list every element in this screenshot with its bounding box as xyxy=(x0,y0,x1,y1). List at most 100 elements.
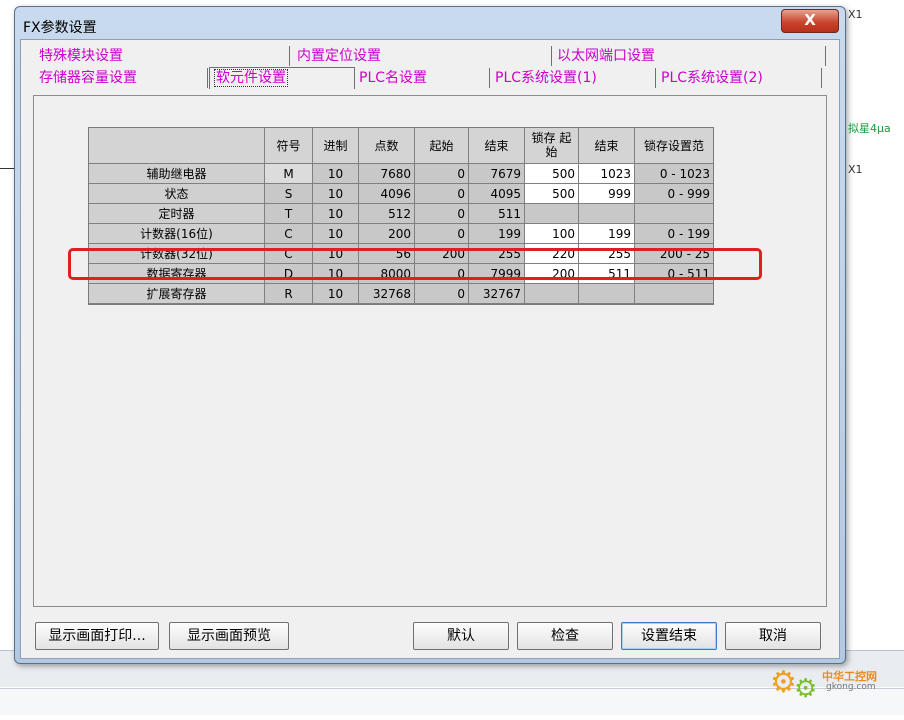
latch-range-cell: 0 - 511 xyxy=(635,264,713,284)
gear-icon: ⚙ xyxy=(794,674,818,704)
tab-device-settings[interactable]: 软元件设置 xyxy=(209,67,355,89)
start-cell: 0 xyxy=(415,204,469,224)
base-cell: 10 xyxy=(313,284,359,304)
points-cell[interactable]: 512 xyxy=(359,204,415,224)
tab-plc-system-2[interactable]: PLC系统设置(2) xyxy=(657,68,822,88)
column-header: 锁存 起始 xyxy=(525,128,579,164)
row-header: 辅助继电器 xyxy=(89,164,265,184)
base-cell: 10 xyxy=(313,244,359,264)
tab-label: PLC名设置 xyxy=(359,70,428,86)
points-cell[interactable]: 32768 xyxy=(359,284,415,304)
end-cell: 4095 xyxy=(469,184,525,204)
gear-icon: ⚙ xyxy=(770,665,797,700)
latch-end-cell[interactable]: 199 xyxy=(579,224,635,244)
end-cell: 199 xyxy=(469,224,525,244)
tab-label: 存储器容量设置 xyxy=(39,70,137,86)
title-bar[interactable]: FX参数设置 X xyxy=(15,7,845,37)
row-header: 定时器 xyxy=(89,204,265,224)
symbol-cell: T xyxy=(265,204,313,224)
tab-special-module[interactable]: 特殊模块设置 xyxy=(35,46,290,66)
table-row: 计数器(16位) C 10 200 0 199 100 199 0 - 199 xyxy=(89,224,713,244)
row-header: 计数器(16位) xyxy=(89,224,265,244)
finish-settings-button[interactable]: 设置结束 xyxy=(621,622,717,650)
print-screen-button[interactable]: 显示画面打印... xyxy=(35,622,159,650)
latch-start-cell[interactable]: 100 xyxy=(525,224,579,244)
tab-plc-system-1[interactable]: PLC系统设置(1) xyxy=(491,68,656,88)
latch-range-cell: 0 - 999 xyxy=(635,184,713,204)
base-cell: 10 xyxy=(313,204,359,224)
latch-start-cell[interactable]: 200 xyxy=(525,264,579,284)
table-row: 状态 S 10 4096 0 4095 500 999 0 - 999 xyxy=(89,184,713,204)
fx-parameter-dialog: FX参数设置 X 特殊模块设置 内置定位设置 以太网端口设置 存储器容量设置 软… xyxy=(14,6,846,664)
symbol-cell: R xyxy=(265,284,313,304)
tab-label: PLC系统设置(2) xyxy=(661,70,763,86)
points-cell[interactable]: 8000 xyxy=(359,264,415,284)
dialog-title: FX参数设置 xyxy=(23,20,97,36)
row-header: 状态 xyxy=(89,184,265,204)
symbol-cell: D xyxy=(265,264,313,284)
grid-header-row: 符号 进制 点数 起始 结束 锁存 起始 结束 锁存设置范 xyxy=(89,128,713,164)
tab-label: 软元件设置 xyxy=(214,69,288,87)
latch-start-cell[interactable]: 500 xyxy=(525,164,579,184)
latch-start-cell[interactable]: 220 xyxy=(525,244,579,264)
tab-label: 内置定位设置 xyxy=(297,48,381,64)
default-button[interactable]: 默认 xyxy=(413,622,509,650)
bg-status-bar xyxy=(0,688,904,715)
table-row: 辅助继电器 M 10 7680 0 7679 500 1023 0 - 1023 xyxy=(89,164,713,184)
end-cell: 7679 xyxy=(469,164,525,184)
bg-label: 拟星4μa xyxy=(848,122,891,135)
cancel-button[interactable]: 取消 xyxy=(725,622,821,650)
latch-start-cell[interactable]: 500 xyxy=(525,184,579,204)
latch-end-cell xyxy=(579,204,635,224)
dialog-client: 特殊模块设置 内置定位设置 以太网端口设置 存储器容量设置 软元件设置 PLC名… xyxy=(20,39,840,659)
tab-ethernet-port[interactable]: 以太网端口设置 xyxy=(553,46,826,66)
latch-end-cell[interactable]: 511 xyxy=(579,264,635,284)
device-settings-panel: 符号 进制 点数 起始 结束 锁存 起始 结束 锁存设置范 辅助继电器 M 10… xyxy=(33,95,827,607)
symbol-cell: C xyxy=(265,244,313,264)
watermark-logo: ⚙ ⚙ 中华工控网 gkong.com xyxy=(770,660,900,708)
table-row: 数据寄存器 D 10 8000 0 7999 200 511 0 - 511 xyxy=(89,264,713,284)
column-header: 起始 xyxy=(415,128,469,164)
start-cell: 0 xyxy=(415,284,469,304)
row-header: 数据寄存器 xyxy=(89,264,265,284)
tab-plc-name[interactable]: PLC名设置 xyxy=(355,68,490,88)
device-grid: 符号 进制 点数 起始 结束 锁存 起始 结束 锁存设置范 辅助继电器 M 10… xyxy=(88,127,714,305)
points-cell[interactable]: 4096 xyxy=(359,184,415,204)
latch-range-cell: 0 - 199 xyxy=(635,224,713,244)
base-cell: 10 xyxy=(313,264,359,284)
column-header: 结束 xyxy=(469,128,525,164)
base-cell: 10 xyxy=(313,164,359,184)
column-header: 符号 xyxy=(265,128,313,164)
latch-range-cell xyxy=(635,204,713,224)
watermark-url: gkong.com xyxy=(826,682,876,692)
tab-label: PLC系统设置(1) xyxy=(495,70,597,86)
check-button[interactable]: 检查 xyxy=(517,622,613,650)
base-cell: 10 xyxy=(313,184,359,204)
end-cell: 255 xyxy=(469,244,525,264)
start-cell: 200 xyxy=(415,244,469,264)
column-header xyxy=(89,128,265,164)
tab-memory-capacity[interactable]: 存储器容量设置 xyxy=(35,68,208,88)
latch-end-cell[interactable]: 1023 xyxy=(579,164,635,184)
row-header: 计数器(32位) xyxy=(89,244,265,264)
close-button[interactable]: X xyxy=(781,9,839,33)
points-cell[interactable]: 200 xyxy=(359,224,415,244)
latch-end-cell[interactable]: 255 xyxy=(579,244,635,264)
latch-start-cell xyxy=(525,284,579,304)
tab-builtin-positioning[interactable]: 内置定位设置 xyxy=(293,46,552,66)
points-cell[interactable]: 7680 xyxy=(359,164,415,184)
bg-label: X1 xyxy=(848,163,863,176)
bg-label: X1 xyxy=(848,8,863,21)
start-cell: 0 xyxy=(415,184,469,204)
latch-range-cell: 200 - 25 xyxy=(635,244,713,264)
column-header: 点数 xyxy=(359,128,415,164)
column-header: 进制 xyxy=(313,128,359,164)
symbol-cell: C xyxy=(265,224,313,244)
column-header: 结束 xyxy=(579,128,635,164)
points-cell[interactable]: 56 xyxy=(359,244,415,264)
tab-label: 以太网端口设置 xyxy=(557,48,655,64)
start-cell: 0 xyxy=(415,264,469,284)
preview-screen-button[interactable]: 显示画面预览 xyxy=(169,622,289,650)
latch-end-cell[interactable]: 999 xyxy=(579,184,635,204)
base-cell: 10 xyxy=(313,224,359,244)
